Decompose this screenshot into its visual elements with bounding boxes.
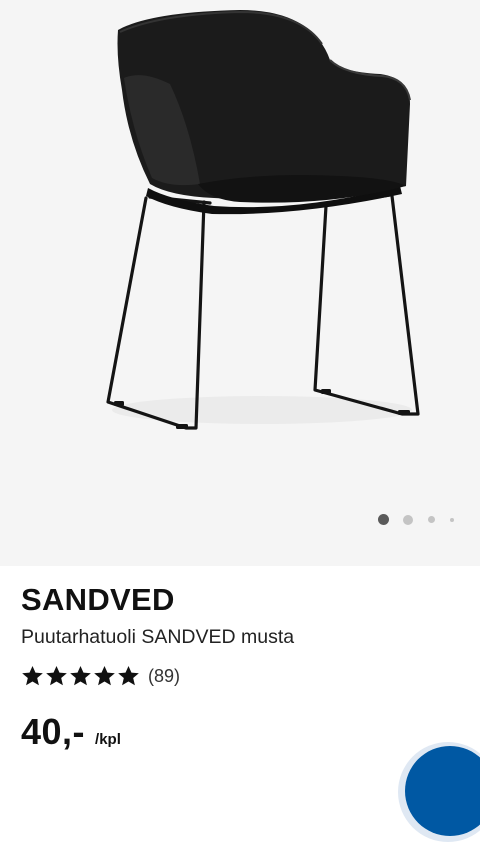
product-description: Puutarhatuoli SANDVED musta bbox=[21, 626, 295, 648]
star-icon bbox=[45, 665, 68, 687]
product-image-gallery[interactable] bbox=[0, 0, 480, 566]
pagination-dot[interactable] bbox=[450, 517, 454, 522]
star-icon bbox=[117, 665, 140, 687]
star-icon bbox=[21, 665, 44, 687]
rating-count: (89) bbox=[148, 665, 181, 686]
chair-image bbox=[106, 10, 420, 430]
product-name: SANDVED bbox=[21, 582, 175, 617]
product-rating[interactable]: (89) bbox=[21, 664, 180, 688]
pagination-dot[interactable] bbox=[403, 514, 413, 525]
gallery-pagination[interactable] bbox=[378, 514, 458, 526]
price-unit: /kpl bbox=[95, 731, 121, 748]
rating-stars bbox=[21, 665, 140, 687]
pagination-dot-active[interactable] bbox=[378, 514, 389, 525]
star-icon bbox=[93, 665, 116, 687]
price-value: 40,- bbox=[21, 711, 86, 752]
pagination-dot[interactable] bbox=[428, 516, 435, 523]
star-icon bbox=[69, 665, 92, 687]
product-price: 40,- /kpl bbox=[21, 711, 121, 753]
